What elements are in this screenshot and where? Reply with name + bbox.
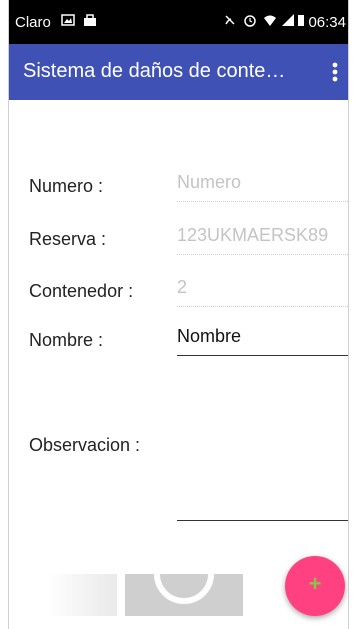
camera-photo-thumbnail xyxy=(47,573,243,616)
nombre-label: Nombre : xyxy=(29,330,104,350)
observacion-label: Observacion : xyxy=(29,435,141,455)
alarm-icon xyxy=(244,15,256,27)
carrier-name: Claro xyxy=(15,14,51,31)
status-bar: Claro 06:34 xyxy=(9,0,348,44)
briefcase-notification-icon xyxy=(84,14,96,26)
mute-icon xyxy=(225,15,235,25)
overflow-menu-icon[interactable] xyxy=(328,58,342,86)
contenedor-underline xyxy=(177,305,348,307)
battery-icon xyxy=(298,15,304,26)
reserva-value: 123UKMAERSK89 xyxy=(177,225,329,245)
numero-placeholder: Numero xyxy=(177,172,242,192)
numero-input[interactable]: Numero xyxy=(177,172,348,202)
reserva-input[interactable]: 123UKMAERSK89 xyxy=(177,225,348,255)
numero-label: Numero : xyxy=(29,176,104,196)
app-title: Sistema de daños de conte… xyxy=(23,60,286,82)
nombre-value: Nombre xyxy=(177,326,242,346)
signal-icon xyxy=(282,14,294,26)
add-icon: + xyxy=(308,571,322,596)
clock: 06:34 xyxy=(308,14,346,31)
add-fab-button[interactable]: + xyxy=(285,556,345,616)
numero-underline xyxy=(177,200,348,202)
nombre-underline xyxy=(177,355,348,356)
photo-preview xyxy=(47,573,247,616)
observacion-input[interactable] xyxy=(177,520,348,521)
contenedor-value: 2 xyxy=(177,277,188,297)
contenedor-label: Contenedor : xyxy=(29,281,134,301)
app-bar: Sistema de daños de conte… xyxy=(9,44,348,100)
reserva-label: Reserva : xyxy=(29,229,107,249)
wifi-icon xyxy=(264,15,276,26)
app-screen: Claro 06:34 Sistema de daños de conte… N… xyxy=(8,0,349,629)
nombre-input[interactable]: Nombre xyxy=(177,326,348,356)
image-notification-icon xyxy=(61,14,75,26)
reserva-underline xyxy=(177,253,348,255)
contenedor-input[interactable]: 2 xyxy=(177,277,348,307)
